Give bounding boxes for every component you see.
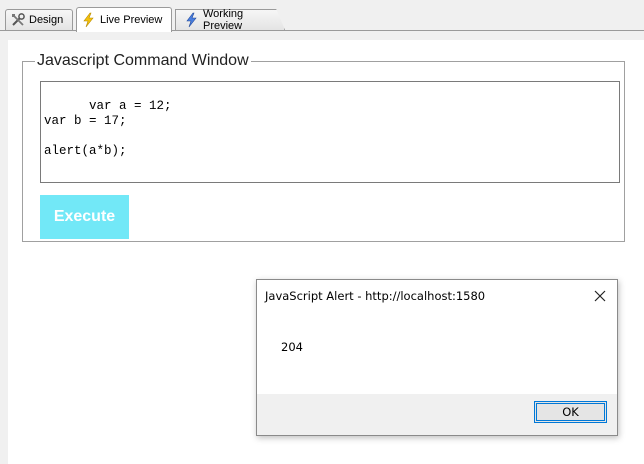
close-icon[interactable] <box>589 285 611 307</box>
tools-icon <box>10 12 26 28</box>
alert-title: JavaScript Alert - http://localhost:1580 <box>265 289 486 303</box>
execute-label: Execute <box>53 208 116 225</box>
code-text: var a = 12; var b = 17; alert(a*b); <box>44 99 172 158</box>
ok-button[interactable]: OK <box>534 401 607 423</box>
ok-focus-ring <box>536 403 605 421</box>
execute-button[interactable]: Execute <box>40 195 129 239</box>
lightning-icon <box>81 12 97 28</box>
tab-working-preview[interactable]: Working Preview <box>175 9 285 30</box>
tab-label: Working Preview <box>203 8 244 32</box>
alert-dialog: JavaScript Alert - http://localhost:1580… <box>256 279 618 436</box>
tab-label: Design <box>29 14 64 26</box>
resize-grip-icon[interactable] <box>609 172 618 181</box>
tab-design[interactable]: Design <box>5 9 73 30</box>
app-window: Design Live Preview Working Preview Java… <box>0 0 644 464</box>
alert-titlebar: JavaScript Alert - http://localhost:1580 <box>257 280 617 312</box>
code-textarea[interactable]: var a = 12; var b = 17; alert(a*b); <box>40 81 620 183</box>
command-window-legend: Javascript Command Window <box>37 52 249 69</box>
lightning-icon <box>184 12 200 28</box>
alert-body: 204 <box>257 312 617 394</box>
tab-strip: Design Live Preview Working Preview <box>0 0 644 32</box>
tab-label: Live Preview <box>100 14 163 26</box>
tab-live-preview[interactable]: Live Preview <box>76 7 172 32</box>
alert-message: 204 <box>281 340 303 354</box>
